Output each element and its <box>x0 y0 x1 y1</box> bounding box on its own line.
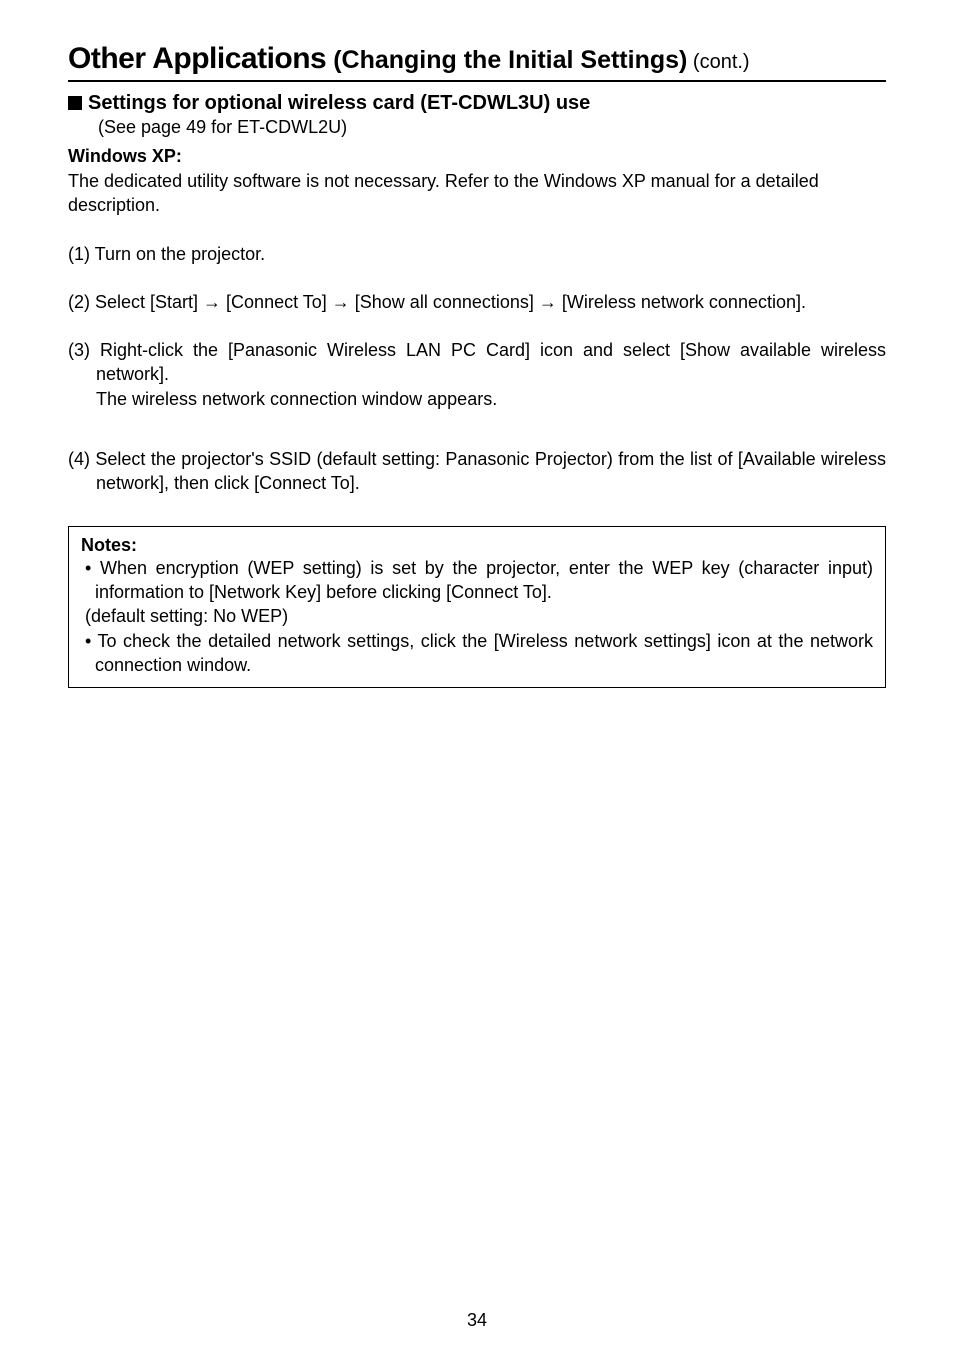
step-1: (1) Turn on the projector. <box>68 242 886 266</box>
windows-xp-label: Windows XP: <box>68 146 886 167</box>
step-3-continue: The wireless network connection window a… <box>68 387 886 411</box>
notes-box: Notes: • When encryption (WEP setting) i… <box>68 526 886 688</box>
see-page-note: (See page 49 for ET-CDWL2U) <box>98 117 886 138</box>
page-title-container: Other Applications (Changing the Initial… <box>68 42 886 82</box>
title-sub: (Changing the Initial Settings) <box>326 46 687 74</box>
step-4: (4) Select the projector's SSID (default… <box>68 447 886 496</box>
title-main: Other Applications <box>68 42 326 75</box>
step-3: (3) Right-click the [Panasonic Wireless … <box>68 338 886 387</box>
title-cont: (cont.) <box>687 51 749 73</box>
document-page: Other Applications (Changing the Initial… <box>0 0 954 728</box>
page-number: 34 <box>0 1310 954 1331</box>
windows-xp-description: The dedicated utility software is not ne… <box>68 169 886 218</box>
note-1: • When encryption (WEP setting) is set b… <box>81 556 873 605</box>
section-heading: Settings for optional wireless card (ET-… <box>68 92 886 115</box>
square-bullet-icon <box>68 96 82 110</box>
section-heading-text: Settings for optional wireless card (ET-… <box>88 92 590 114</box>
note-2: • To check the detailed network settings… <box>81 629 873 678</box>
note-1-sub: (default setting: No WEP) <box>81 604 873 628</box>
step-2: (2) Select [Start] → [Connect To] → [Sho… <box>68 290 886 314</box>
notes-title: Notes: <box>81 535 873 556</box>
